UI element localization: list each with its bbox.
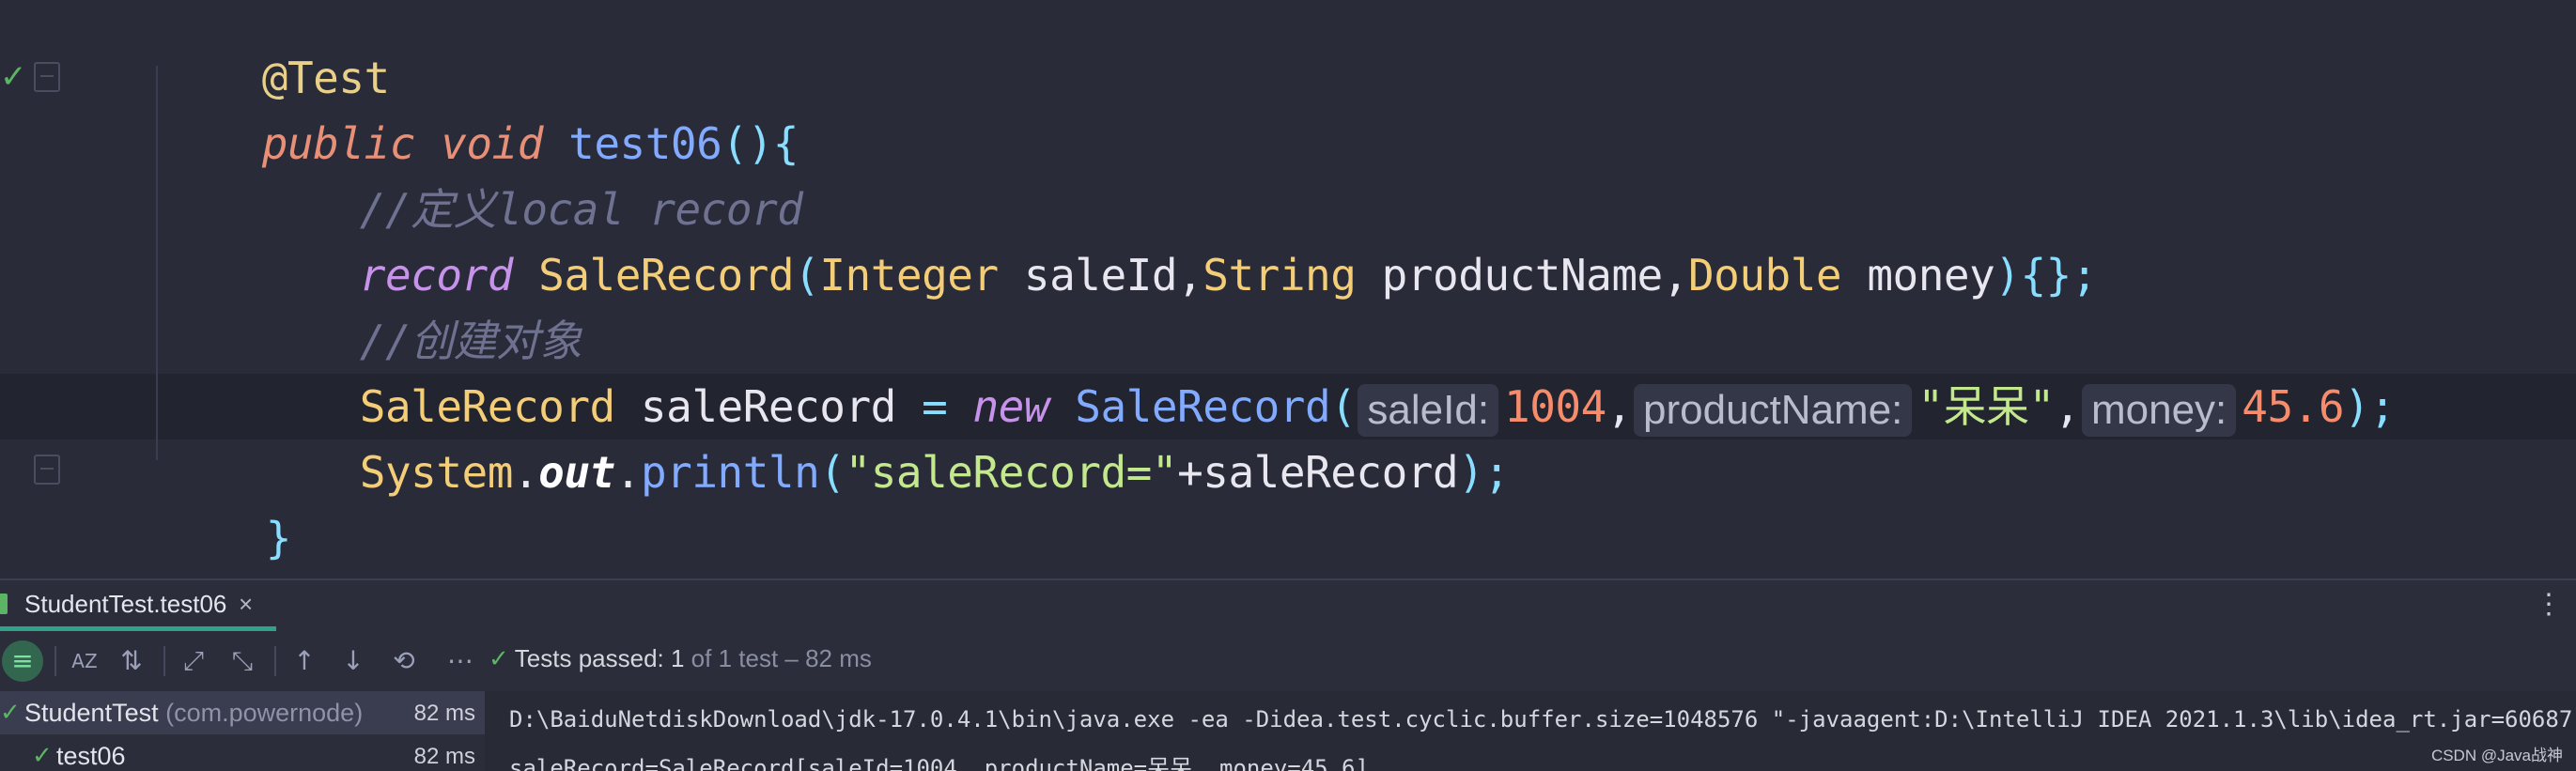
indent-guide — [156, 66, 158, 460]
fold-marker-icon[interactable] — [34, 455, 60, 485]
code-line-record-declaration: record SaleRecord(Integer saleId,String … — [359, 250, 2098, 301]
code-line-close-method: } — [265, 513, 292, 563]
code-line-method-signature: public void test06(){ — [261, 118, 799, 169]
toolbar-divider — [54, 646, 56, 676]
code-line-object-creation: SaleRecord saleRecord = new SaleRecord(s… — [257, 308, 2396, 437]
sort-by-duration-icon[interactable]: ⇅ — [111, 640, 152, 682]
status-detail-text: of 1 test – 82 ms — [684, 644, 872, 672]
code-line-comment: //创建对象 — [359, 316, 582, 366]
code-line-annotation: @Test — [261, 53, 390, 103]
passed-check-icon: ✓ — [0, 699, 21, 727]
test-results-tree: ✓ StudentTest (com.powernode) 82 ms ✓ te… — [0, 691, 485, 771]
tree-item-studenttest[interactable]: ✓ StudentTest (com.powernode) 82 ms — [0, 691, 485, 734]
previous-failed-test-icon[interactable]: ↑ — [284, 640, 325, 682]
test-history-icon[interactable]: ⟲ — [383, 640, 425, 682]
tab-studenttest-test06[interactable]: StudentTest.test06 × — [0, 580, 276, 631]
tree-item-time: 82 ms — [413, 744, 475, 769]
code-line-comment: //定义local record — [359, 184, 803, 235]
passed-check-icon: ✓ — [32, 742, 53, 770]
tree-item-time: 82 ms — [413, 701, 475, 726]
show-passed-toggle-icon[interactable]: ≡ — [2, 640, 43, 682]
code-editor[interactable]: ✓ @Test public void test06(){ //定义local … — [0, 0, 2576, 578]
run-test-icon[interactable]: ✓ — [0, 58, 27, 96]
collapse-all-icon[interactable]: ⤡ — [222, 640, 263, 682]
close-icon[interactable]: × — [239, 590, 253, 619]
param-hint: money: — [2081, 383, 2237, 437]
run-tool-window: StudentTest.test06 × ⋮ ≡ AZ ⇅ ⤢ ⤡ ↑ ↓ ⟲ … — [0, 578, 2576, 771]
status-passed-text: Tests passed: 1 — [514, 644, 685, 672]
sort-alphabetically-icon[interactable]: AZ — [64, 640, 105, 682]
toolbar-divider — [274, 646, 276, 676]
console-line: saleRecord=SaleRecord[saleId=1004, produ… — [509, 755, 1369, 771]
tree-item-test06[interactable]: ✓ test06 82 ms — [0, 734, 485, 771]
fold-marker-icon[interactable] — [34, 62, 60, 92]
test-status: ✓ Tests passed: 1 of 1 test – 82 ms — [489, 644, 872, 673]
code-line-close-class: } — [64, 505, 192, 571]
more-options-icon[interactable]: ⋮ — [2535, 588, 2563, 621]
watermark: CSDN @Java战神 — [2430, 747, 2563, 764]
param-hint: productName: — [1634, 383, 1913, 437]
tree-item-name: test06 — [56, 742, 126, 770]
toolbar-divider — [163, 646, 165, 676]
passed-check-icon: ✓ — [489, 645, 509, 673]
console-line: D:\BaiduNetdiskDownload\jdk-17.0.4.1\bin… — [509, 706, 2576, 732]
more-actions-icon[interactable]: ⋯ — [440, 640, 481, 682]
expand-all-icon[interactable]: ⤢ — [173, 640, 214, 682]
next-failed-test-icon[interactable]: ↓ — [333, 640, 374, 682]
console-output[interactable]: D:\BaiduNetdiskDownload\jdk-17.0.4.1\bin… — [485, 691, 2576, 771]
test-toolbar: ≡ AZ ⇅ ⤢ ⤡ ↑ ↓ ⟲ ⋯ ✓ Tests passed: 1 of 1… — [0, 631, 2576, 691]
test-config-icon — [0, 594, 8, 614]
tree-item-name: StudentTest — [24, 699, 159, 727]
code-line-println: System.out.println("saleRecord="+saleRec… — [359, 447, 1510, 498]
tree-item-package: (com.powernode) — [158, 699, 364, 727]
run-tab-bar: StudentTest.test06 × ⋮ — [0, 580, 2576, 631]
tab-label: StudentTest.test06 — [24, 590, 227, 618]
